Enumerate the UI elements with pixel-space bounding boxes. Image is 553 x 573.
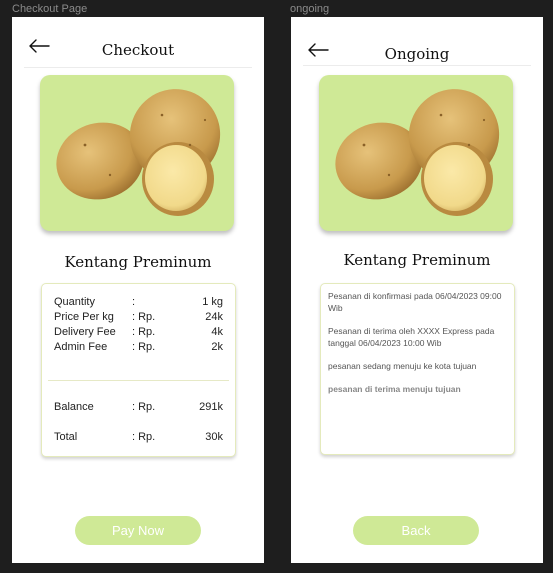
row-value: 30k bbox=[205, 431, 223, 443]
row-separator: : Rp. bbox=[132, 326, 156, 338]
pay-now-button[interactable]: Pay Now bbox=[75, 516, 201, 545]
summary-row-price: Price Per kg : Rp. 24k bbox=[54, 311, 223, 325]
row-separator: : Rp. bbox=[132, 431, 156, 443]
summary-divider bbox=[48, 380, 229, 381]
ongoing-screen: Ongoing Kentang Preminum Pesanan di konf… bbox=[291, 17, 543, 563]
row-separator: : Rp. bbox=[132, 311, 156, 323]
ongoing-header: Ongoing bbox=[291, 17, 543, 67]
header-divider bbox=[303, 65, 531, 66]
row-separator: : Rp. bbox=[132, 401, 156, 413]
frame-label-ongoing: ongoing bbox=[290, 3, 330, 15]
row-value: 24k bbox=[205, 311, 223, 323]
header-divider bbox=[24, 67, 252, 68]
status-item: Pesanan di terima oleh XXXX Express pada… bbox=[328, 326, 495, 348]
status-item: Pesanan di konfirmasi pada 06/04/2023 09… bbox=[328, 291, 502, 313]
product-image bbox=[319, 75, 513, 231]
row-label: Delivery Fee bbox=[54, 326, 116, 338]
order-status-card: Pesanan di konfirmasi pada 06/04/2023 09… bbox=[320, 283, 515, 455]
checkout-header: Checkout bbox=[12, 17, 264, 67]
row-label: Balance bbox=[54, 401, 94, 413]
row-value: 4k bbox=[211, 326, 223, 338]
row-label: Quantity bbox=[54, 296, 95, 308]
order-summary-card: Quantity : 1 kg Price Per kg : Rp. 24k D… bbox=[41, 283, 236, 457]
row-value: 2k bbox=[211, 341, 223, 353]
status-item: pesanan sedang menuju ke kota tujuan bbox=[328, 361, 477, 371]
page-title: Ongoing bbox=[384, 45, 450, 63]
row-label: Price Per kg bbox=[54, 311, 114, 323]
summary-row-admin: Admin Fee : Rp. 2k bbox=[54, 341, 223, 355]
row-label: Admin Fee bbox=[54, 341, 108, 353]
summary-row-balance: Balance : Rp. 291k bbox=[54, 401, 223, 415]
row-value: 1 kg bbox=[202, 296, 223, 308]
summary-row-delivery: Delivery Fee : Rp. 4k bbox=[54, 326, 223, 340]
page-title: Checkout bbox=[101, 41, 175, 59]
potato-image bbox=[335, 89, 500, 216]
frame-label-checkout: Checkout Page bbox=[12, 3, 88, 15]
product-image bbox=[40, 75, 234, 231]
summary-row-quantity: Quantity : 1 kg bbox=[54, 296, 223, 310]
summary-row-total: Total : Rp. 30k bbox=[54, 431, 223, 445]
product-name: Kentang Preminum bbox=[64, 253, 212, 271]
checkout-screen: Checkout Kentang Preminum Quantity: 1 k… bbox=[12, 17, 264, 563]
row-value: 291k bbox=[199, 401, 223, 413]
back-button[interactable]: Back bbox=[353, 516, 479, 545]
product-name: Kentang Preminum bbox=[343, 251, 491, 269]
row-label: Total bbox=[54, 431, 78, 443]
status-item-current: pesanan di terima menuju tujuan bbox=[328, 384, 461, 394]
row-separator: : bbox=[132, 296, 136, 308]
row-separator: : Rp. bbox=[132, 341, 156, 353]
potato-image bbox=[56, 89, 221, 216]
